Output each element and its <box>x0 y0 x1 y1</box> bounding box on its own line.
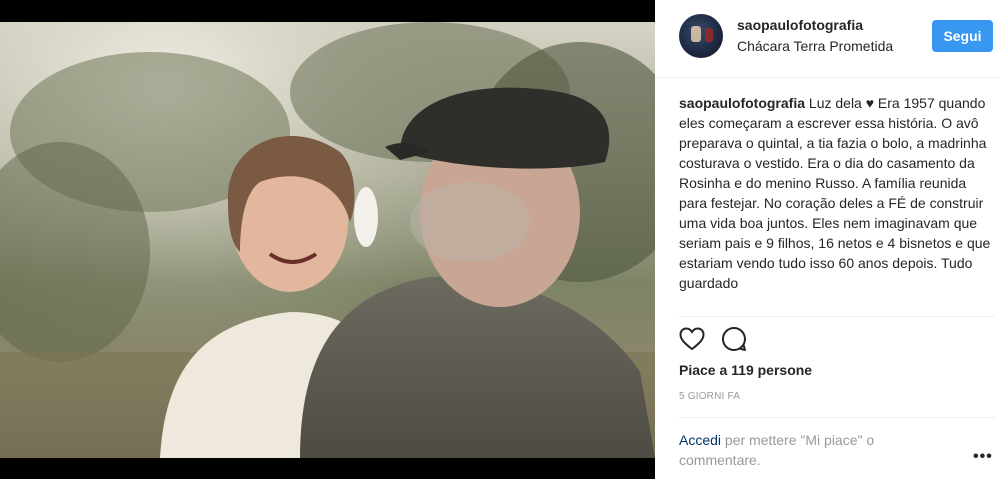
photo-illustration <box>0 22 655 458</box>
divider <box>679 316 995 317</box>
heart-icon[interactable] <box>679 327 705 351</box>
instagram-post-embed: saopaulofotografia Chácara Terra Prometi… <box>0 0 1000 479</box>
post-side-panel: saopaulofotografia Chácara Terra Prometi… <box>655 0 1000 479</box>
avatar-figure <box>691 26 701 42</box>
post-timestamp[interactable]: 5 GIORNI FA <box>679 391 740 402</box>
follow-button[interactable]: Segui <box>932 20 993 52</box>
post-caption: saopaulofotografia Luz dela ♥ Era 1957 q… <box>679 93 995 313</box>
divider <box>679 417 995 418</box>
post-actions <box>679 324 747 354</box>
more-options-icon[interactable]: ••• <box>973 448 993 466</box>
post-header: saopaulofotografia Chácara Terra Prometi… <box>655 0 1000 78</box>
caption-text: Luz dela ♥ Era 1957 quando eles começara… <box>679 95 991 291</box>
avatar-figure-2 <box>705 28 713 42</box>
login-link[interactable]: Accedi <box>679 432 721 448</box>
avatar[interactable] <box>679 14 723 58</box>
caption-username[interactable]: saopaulofotografia <box>679 95 805 111</box>
comment-icon[interactable] <box>721 326 747 352</box>
username-link[interactable]: saopaulofotografia <box>737 17 863 33</box>
photo-column <box>0 0 655 479</box>
post-photo[interactable] <box>0 22 655 458</box>
location-link[interactable]: Chácara Terra Prometida <box>737 38 893 54</box>
likes-count[interactable]: Piace a 119 persone <box>679 362 812 378</box>
login-prompt: Accedi per mettere "Mi piace" o commenta… <box>679 430 919 470</box>
